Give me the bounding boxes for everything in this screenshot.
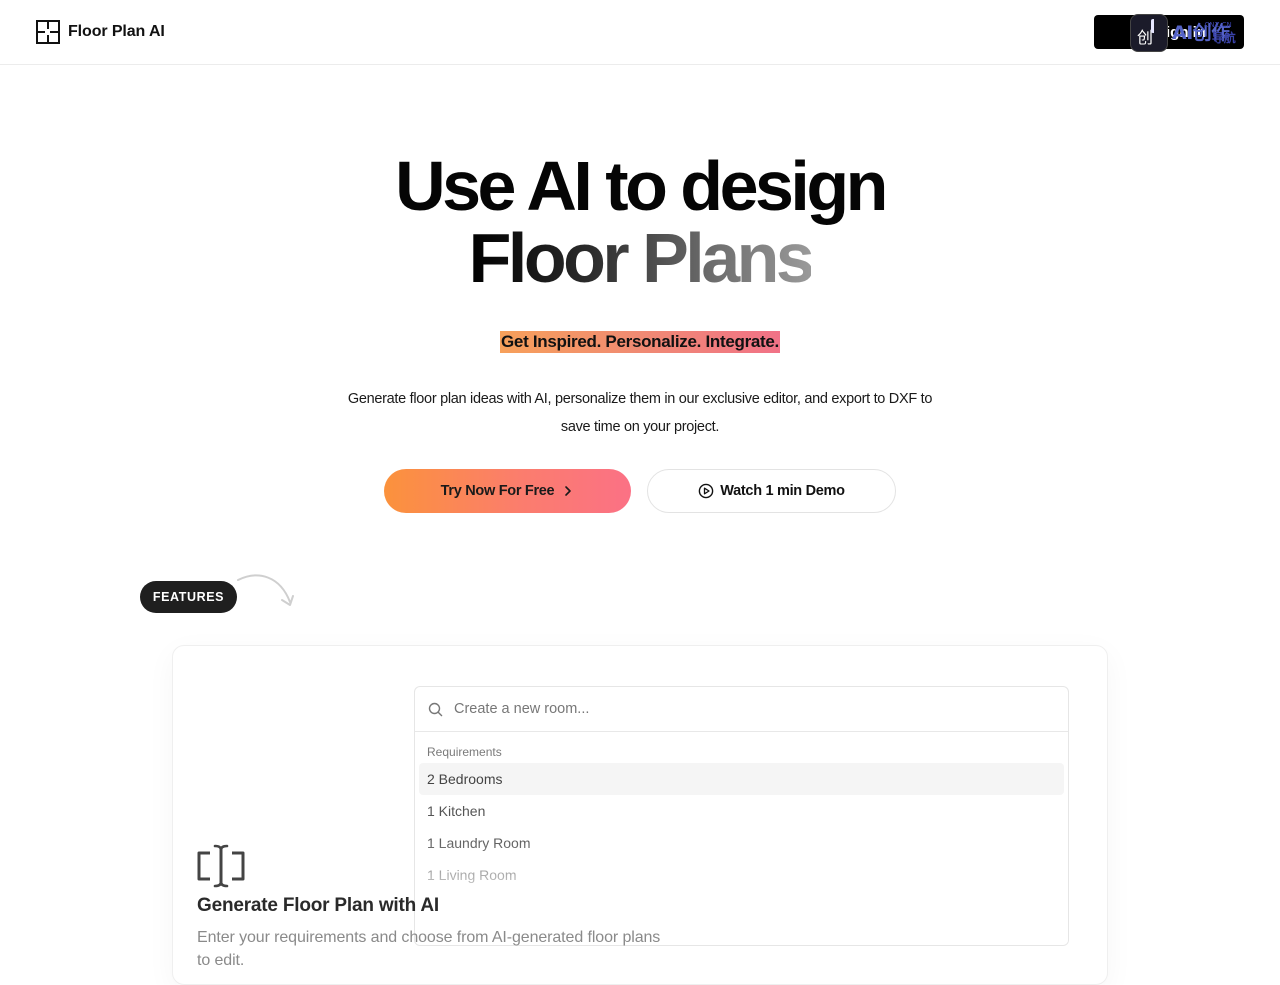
chevron-right-icon [565,486,572,496]
hero-description: Generate floor plan ideas with AI, perso… [347,391,933,435]
brand-link[interactable]: Floor Plan AI [36,20,165,44]
ai-nav-tiny-text: CNZ.CN [1204,20,1232,29]
hero-title-line-1: Use AI to design [395,147,888,225]
requirement-item[interactable]: 2 Bedrooms [419,763,1064,795]
watch-demo-button[interactable]: Watch 1 min Demo [647,469,896,513]
text-cursor-icon [197,844,245,888]
feature-title: Generate Floor Plan with AI [197,895,439,916]
ai-nav-logo-char: 创 [1137,28,1154,47]
ai-nav-overlay-badge[interactable]: 创 AI创作 导航 CNZ.CN [1130,14,1236,52]
requirement-item[interactable]: 1 Kitchen [419,795,1064,827]
hero-title-line-2: Floor Plans [468,219,815,297]
play-circle-icon [698,483,714,499]
tagline-container: Get Inspired. Personalize. Integrate. [0,331,1280,353]
hero-title: Use AI to design Floor Plans [0,150,1280,294]
room-command-menu: Requirements 2 Bedrooms 1 Kitchen 1 Laun… [414,686,1069,946]
requirements-group-label: Requirements [427,745,502,759]
curved-arrow-icon [237,574,294,606]
requirement-item[interactable]: 1 Living Room [419,859,1064,891]
feature-description: Enter your requirements and choose from … [197,929,661,969]
hero-tagline: Get Inspired. Personalize. Integrate. [500,331,780,353]
room-search-input[interactable] [452,700,1012,718]
search-icon [428,702,443,716]
site-header: Floor Plan AI Sign in 创 AI创作 导航 CNZ.CN [0,0,1280,65]
ai-nav-logo-icon: 创 [1130,14,1168,52]
try-now-label: Try Now For Free [440,483,555,499]
requirement-item[interactable]: 1 Laundry Room [419,827,1064,859]
floor-plan-logo-icon [36,20,60,44]
ai-nav-overlay-text: AI创作 导航 CNZ.CN [1172,20,1236,44]
watch-demo-label: Watch 1 min Demo [720,483,845,499]
room-search-bar [415,687,1068,732]
brand-name: Floor Plan AI [68,23,165,40]
try-now-button[interactable]: Try Now For Free [384,469,631,513]
ai-nav-sub-text: 导航 [1211,30,1236,45]
feature-card-generate: Requirements 2 Bedrooms 1 Kitchen 1 Laun… [172,645,1108,985]
features-pill: FEATURES [140,581,237,613]
